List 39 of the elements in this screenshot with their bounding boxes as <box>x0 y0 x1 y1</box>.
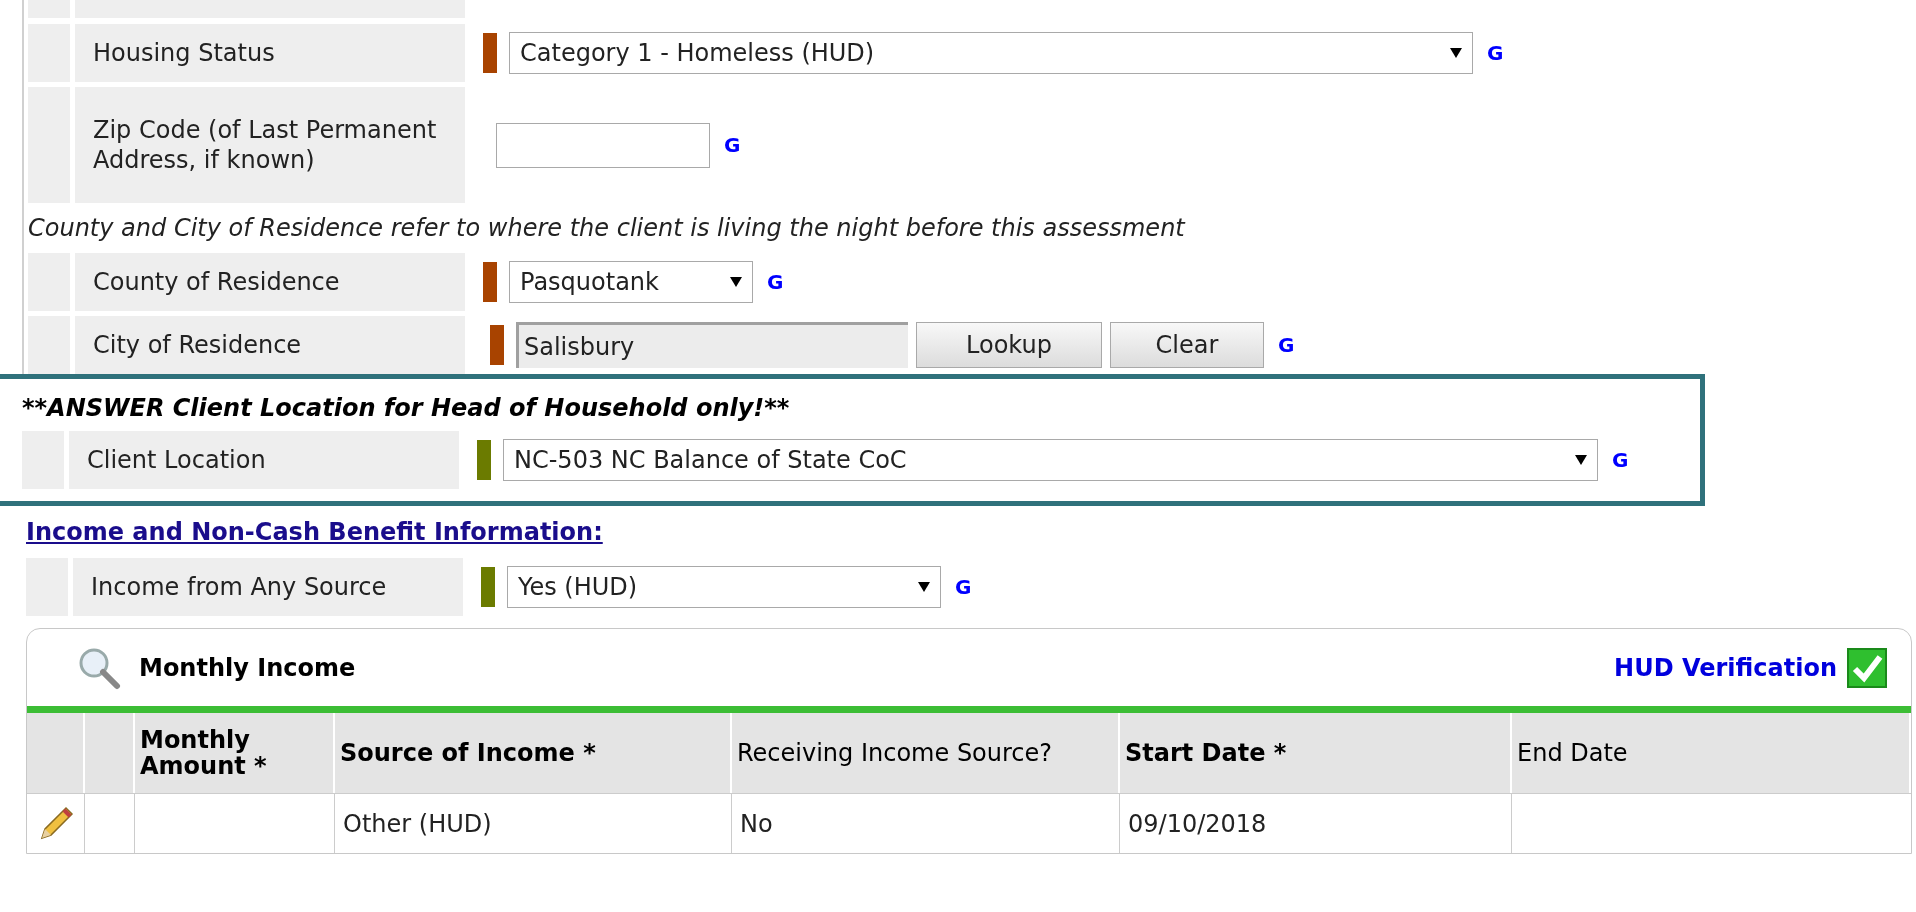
g-link[interactable]: G <box>767 267 784 297</box>
dropdown[interactable]: Pasquotank <box>509 261 753 303</box>
panel-title: Monthly Income <box>139 652 356 684</box>
g-link[interactable]: G <box>1487 38 1504 68</box>
form-button[interactable]: Lookup <box>916 322 1102 368</box>
g-link[interactable]: G <box>1612 445 1629 475</box>
column-header: Receiving Income Source? <box>732 713 1120 793</box>
field-label: Housing Status <box>75 24 465 82</box>
verification-link[interactable]: HUD Verification <box>1614 649 1837 686</box>
table-cell: Other (HUD) <box>335 794 732 853</box>
g-link[interactable]: G <box>724 130 741 160</box>
dropdown[interactable]: Yes (HUD) <box>507 566 941 608</box>
dropdown[interactable]: Category 1 - Homeless (HUD) <box>509 32 1473 74</box>
dropdown-arrow-icon <box>1575 455 1587 465</box>
section-heading: **ANSWER Client Location for Head of Household only!** <box>22 393 791 424</box>
field-label: Client Location <box>69 431 459 489</box>
field-label: County of Residence <box>75 253 465 311</box>
input-field[interactable]: Salisbury <box>516 322 908 368</box>
g-link[interactable]: G <box>955 572 972 602</box>
note-text: County and City of Residence refer to where the client is living the night before this assessment <box>28 213 1187 244</box>
column-header: Start Date * <box>1120 713 1512 793</box>
section-link[interactable]: Income and Non-Cash Benefit Information: <box>26 518 603 546</box>
checkmark-icon <box>1847 647 1887 688</box>
table-cell: No <box>732 794 1120 853</box>
field-label: Zip Code (of Last Permanent Address, if known) <box>75 87 465 203</box>
table-cell: 09/10/2018 <box>1120 794 1512 853</box>
dropdown-arrow-icon <box>1450 48 1462 58</box>
column-header: Source of Income * <box>335 713 732 793</box>
form-button[interactable]: Clear <box>1110 322 1264 368</box>
field-label: City of Residence <box>75 316 465 374</box>
column-header: Monthly Amount * <box>135 713 335 793</box>
dropdown-arrow-icon <box>730 277 742 287</box>
dropdown[interactable]: NC-503 NC Balance of State CoC <box>503 439 1598 481</box>
input-field[interactable] <box>496 122 710 168</box>
row-cell <box>28 316 70 374</box>
dropdown-arrow-icon <box>918 582 930 592</box>
field-label: Income from Any Source <box>73 558 463 616</box>
g-link[interactable]: G <box>1278 330 1295 360</box>
column-header: End Date <box>1512 713 1911 793</box>
